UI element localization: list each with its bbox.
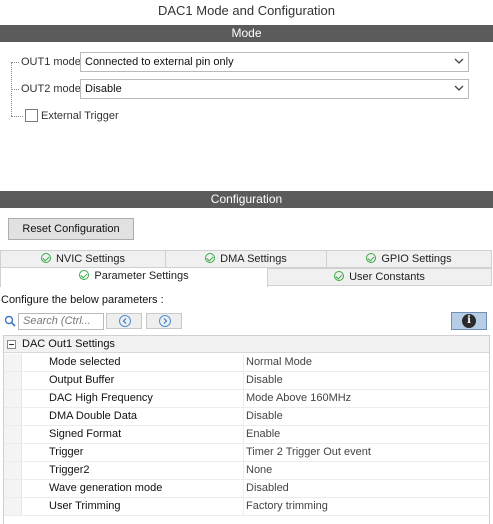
out1-mode-label: OUT1 mode <box>21 56 81 68</box>
out1-mode-select[interactable]: Connected to external pin only <box>80 52 469 72</box>
row-gutter <box>4 390 22 407</box>
row-gutter <box>4 462 22 479</box>
tab-label: GPIO Settings <box>381 253 452 265</box>
parameter-value[interactable]: Disable <box>246 408 283 425</box>
tree-connector <box>11 62 19 63</box>
chevron-right-icon <box>159 315 171 327</box>
info-button[interactable]: i <box>451 312 487 330</box>
parameter-value[interactable]: Mode Above 160MHz <box>246 390 351 407</box>
parameter-name: DMA Double Data <box>4 408 244 425</box>
parameter-name: Trigger2 <box>4 462 244 479</box>
search-previous-button[interactable] <box>106 313 142 329</box>
configuration-section-header: Configuration <box>0 191 493 208</box>
table-row[interactable]: Mode selected Normal Mode <box>4 354 489 372</box>
parameter-value[interactable]: Factory trimming <box>246 498 328 515</box>
check-circle-icon <box>334 271 345 281</box>
parameter-name-text: User Trimming <box>49 500 121 512</box>
parameter-name: User Trimming <box>4 498 244 515</box>
mode-section-header: Mode <box>0 25 493 42</box>
parameter-name-text: Mode selected <box>49 356 121 368</box>
row-gutter <box>4 408 22 425</box>
check-circle-icon <box>40 253 51 263</box>
parameter-name-text: DAC High Frequency <box>49 392 153 404</box>
parameter-value[interactable]: Enable <box>246 426 280 443</box>
parameter-name-text: Trigger2 <box>49 464 90 476</box>
reset-configuration-button[interactable]: Reset Configuration <box>8 218 134 240</box>
check-circle-icon <box>205 253 216 263</box>
parameter-value[interactable]: Normal Mode <box>246 354 312 371</box>
parameter-value[interactable]: Disabled <box>246 480 289 497</box>
row-gutter <box>4 372 22 389</box>
row-gutter <box>4 354 22 371</box>
search-icon <box>4 315 16 330</box>
parameter-value[interactable]: None <box>246 462 272 479</box>
table-row[interactable]: Output Buffer Disable <box>4 372 489 390</box>
info-icon: i <box>462 314 476 328</box>
window-title: DAC1 Mode and Configuration <box>157 3 336 18</box>
parameter-name-text: Signed Format <box>49 428 122 440</box>
parameter-value[interactable]: Disable <box>246 372 283 389</box>
chevron-down-icon[interactable] <box>448 53 468 71</box>
out2-mode-value: Disable <box>85 83 122 95</box>
tab-nvic-settings[interactable]: NVIC Settings <box>0 250 166 268</box>
parameter-name-text: DMA Double Data <box>49 410 138 422</box>
search-next-button[interactable] <box>146 313 182 329</box>
out1-mode-value: Connected to external pin only <box>85 56 234 68</box>
check-circle-icon <box>79 270 90 280</box>
tab-label: Parameter Settings <box>94 270 189 282</box>
tab-gpio-settings[interactable]: GPIO Settings <box>326 250 492 268</box>
out2-mode-label: OUT2 mode <box>21 83 81 95</box>
table-row[interactable]: Trigger Timer 2 Trigger Out event <box>4 444 489 462</box>
parameter-name: Signed Format <box>4 426 244 443</box>
parameter-value[interactable]: Timer 2 Trigger Out event <box>246 444 371 461</box>
row-gutter <box>4 426 22 443</box>
group-header-dac-out1[interactable]: DAC Out1 Settings <box>4 336 489 353</box>
table-row[interactable]: Signed Format Enable <box>4 426 489 444</box>
external-trigger-checkbox[interactable] <box>25 109 38 122</box>
group-label: DAC Out1 Settings <box>22 338 115 350</box>
table-row[interactable]: DAC High Frequency Mode Above 160MHz <box>4 390 489 408</box>
collapse-icon[interactable] <box>7 340 16 349</box>
tab-parameter-settings[interactable]: Parameter Settings <box>0 267 268 287</box>
chevron-down-icon[interactable] <box>448 80 468 98</box>
out2-mode-select[interactable]: Disable <box>80 79 469 99</box>
search-input[interactable]: Search (Ctrl... <box>18 313 104 330</box>
tab-user-constants[interactable]: User Constants <box>267 268 492 286</box>
parameter-name: DAC High Frequency <box>4 390 244 407</box>
parameter-name-text: Wave generation mode <box>49 482 163 494</box>
tab-label: NVIC Settings <box>55 253 126 265</box>
tab-dma-settings[interactable]: DMA Settings <box>165 250 327 268</box>
parameter-name: Mode selected <box>4 354 244 371</box>
parameter-grid: DAC Out1 Settings Mode selected Normal Mo… <box>3 335 490 524</box>
check-circle-icon <box>366 253 377 263</box>
table-row[interactable]: DMA Double Data Disable <box>4 408 489 426</box>
configure-parameters-label: Configure the below parameters : <box>1 294 164 306</box>
tab-label: User Constants <box>349 271 425 283</box>
tree-connector <box>11 116 23 117</box>
parameter-name-text: Output Buffer <box>49 374 115 386</box>
tree-connector <box>11 89 19 90</box>
row-gutter <box>4 498 22 515</box>
table-row[interactable]: User Trimming Factory trimming <box>4 498 489 516</box>
parameter-name: Trigger <box>4 444 244 461</box>
chevron-left-icon <box>119 315 131 327</box>
row-gutter <box>4 444 22 461</box>
table-row[interactable]: Wave generation mode Disabled <box>4 480 489 498</box>
parameter-name: Wave generation mode <box>4 480 244 497</box>
table-row[interactable]: Trigger2 None <box>4 462 489 480</box>
tab-label: DMA Settings <box>220 253 287 265</box>
external-trigger-label: External Trigger <box>41 110 119 122</box>
parameter-name: Output Buffer <box>4 372 244 389</box>
row-gutter <box>4 480 22 497</box>
parameter-name-text: Trigger <box>49 446 84 458</box>
